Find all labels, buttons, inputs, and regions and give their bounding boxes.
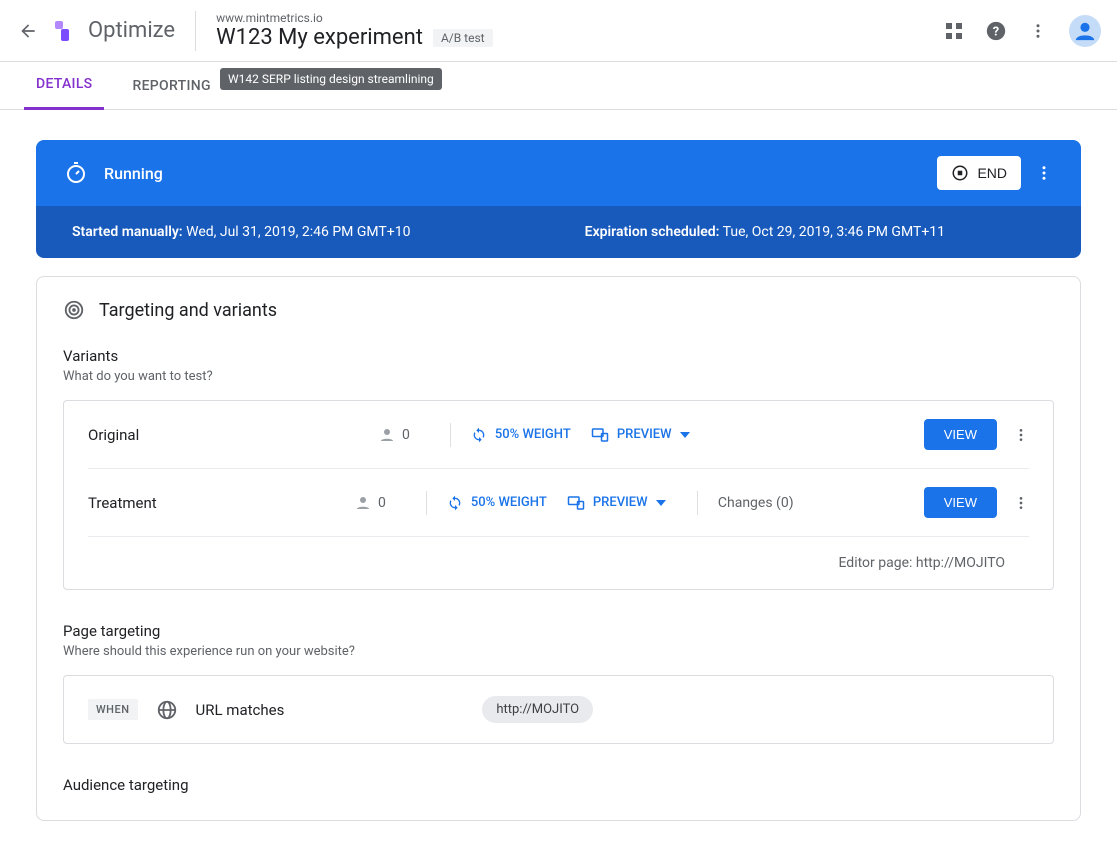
logo-block: Optimize <box>52 11 196 51</box>
variant-name: Treatment <box>88 494 354 512</box>
app-header: Optimize www.mintmetrics.io W123 My expe… <box>0 0 1117 62</box>
variant-name: Original <box>88 426 378 444</box>
url-chip: http://MOJITO <box>482 696 593 723</box>
person-icon <box>378 426 396 444</box>
url-matches-label: URL matches <box>196 701 285 719</box>
svg-text:?: ? <box>993 24 999 39</box>
row-more-icon[interactable] <box>1013 427 1029 443</box>
view-button[interactable]: VIEW <box>924 419 997 450</box>
page-targeting-box[interactable]: WHEN URL matches http://MOJITO <box>63 675 1054 744</box>
refresh-icon <box>471 427 487 443</box>
stopwatch-icon <box>64 161 88 185</box>
more-icon[interactable] <box>1029 22 1047 40</box>
refresh-icon <box>447 495 463 511</box>
weight-button[interactable]: 50% WEIGHT <box>471 427 591 443</box>
globe-icon <box>156 699 178 721</box>
targeting-title: Targeting and variants <box>99 300 277 321</box>
tab-details[interactable]: DETAILS <box>24 62 104 110</box>
person-icon <box>354 494 372 512</box>
tooltip: W142 SERP listing design streamlining <box>220 68 442 90</box>
audience-targeting-title: Audience targeting <box>63 776 1054 794</box>
row-more-icon[interactable] <box>1013 495 1029 511</box>
changes-count: Changes (0) <box>718 495 794 511</box>
visitors-count: 0 <box>378 426 430 444</box>
expiration-val: Tue, Oct 29, 2019, 3:46 PM GMT+11 <box>723 224 945 240</box>
site-name: www.mintmetrics.io <box>216 11 493 25</box>
apps-icon[interactable] <box>945 22 963 40</box>
help-icon[interactable]: ? <box>985 20 1007 42</box>
end-button[interactable]: END <box>937 156 1021 190</box>
header-actions: ? <box>945 15 1101 47</box>
preview-button[interactable]: PREVIEW <box>591 427 701 443</box>
variant-row: Treatment 0 50% WEIGHT PREVIEW Changes (… <box>88 468 1029 536</box>
optimize-logo-icon <box>52 18 78 44</box>
view-button[interactable]: VIEW <box>924 487 997 518</box>
started-key: Started manually: <box>72 224 183 240</box>
test-type-badge: A/B test <box>433 29 493 47</box>
title-block: www.mintmetrics.io W123 My experiment A/… <box>216 11 493 50</box>
tab-reporting[interactable]: REPORTING <box>120 62 222 110</box>
variants-box: Original 0 50% WEIGHT PREVIEW VIEW <box>63 400 1054 590</box>
tabs-bar: DETAILS REPORTING W142 SERP listing desi… <box>0 62 1117 110</box>
devices-icon <box>567 495 585 511</box>
end-button-label: END <box>977 165 1007 181</box>
weight-button[interactable]: 50% WEIGHT <box>447 495 567 511</box>
variants-title: Variants <box>63 347 1054 365</box>
status-card: Running END Started manually: Wed, Jul 3… <box>36 140 1081 258</box>
experiment-title: W123 My experiment <box>216 25 423 50</box>
back-button[interactable] <box>16 19 40 43</box>
when-badge: WHEN <box>88 699 138 720</box>
targeting-card: Targeting and variants Variants What do … <box>36 276 1081 821</box>
main-content: Running END Started manually: Wed, Jul 3… <box>0 110 1117 851</box>
preview-button[interactable]: PREVIEW <box>567 495 677 511</box>
expiration-key: Expiration scheduled: <box>585 224 720 240</box>
variant-row: Original 0 50% WEIGHT PREVIEW VIEW <box>64 401 1053 468</box>
chevron-down-icon <box>680 432 690 438</box>
variants-sub: What do you want to test? <box>63 369 1054 384</box>
status-more-icon[interactable] <box>1035 164 1053 182</box>
editor-page: Editor page: http://MOJITO <box>88 536 1029 589</box>
page-targeting-title: Page targeting <box>63 622 1054 640</box>
started-val: Wed, Jul 31, 2019, 2:46 PM GMT+10 <box>186 224 410 240</box>
status-label: Running <box>104 164 163 183</box>
devices-icon <box>591 427 609 443</box>
logo-text: Optimize <box>88 18 175 43</box>
visitors-count: 0 <box>354 494 406 512</box>
avatar[interactable] <box>1069 15 1101 47</box>
chevron-down-icon <box>656 500 666 506</box>
page-targeting-sub: Where should this experience run on your… <box>63 644 1054 659</box>
target-icon <box>63 299 85 321</box>
